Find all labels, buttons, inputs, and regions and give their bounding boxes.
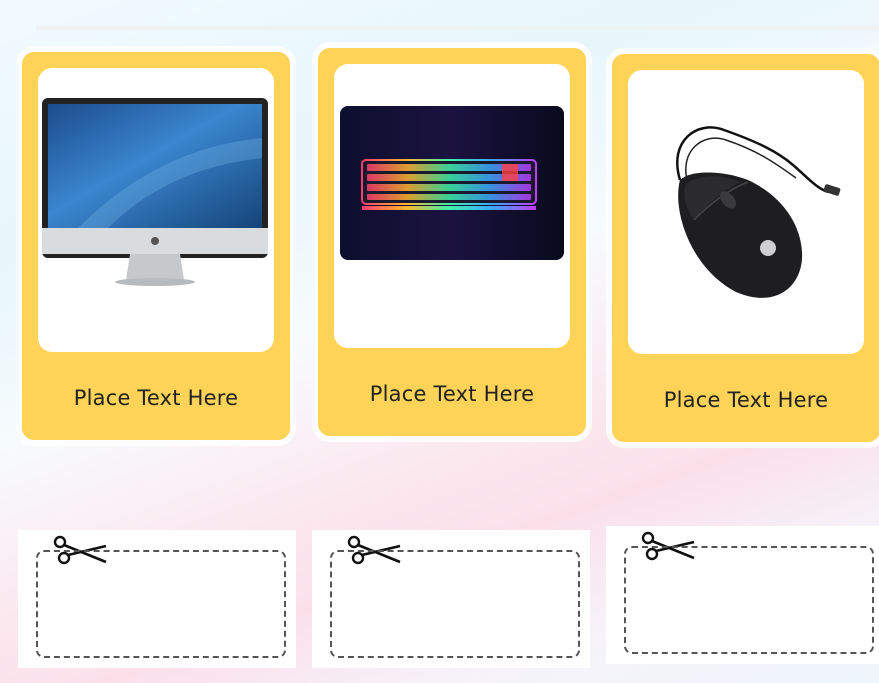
card-label[interactable]: Place Text Here xyxy=(318,382,586,406)
computer-mouse-icon xyxy=(676,126,841,298)
cut-out-box xyxy=(312,530,590,668)
rgb-keyboard-icon xyxy=(340,106,564,260)
card-keyboard: Place Text Here xyxy=(318,48,586,436)
top-divider xyxy=(36,26,879,30)
card-image xyxy=(334,64,570,348)
card-label[interactable]: Place Text Here xyxy=(612,388,879,412)
cut-out-area xyxy=(36,550,286,658)
card-mouse: Place Text Here xyxy=(612,54,879,442)
imac-computer-icon xyxy=(42,98,268,286)
cut-out-area xyxy=(330,550,580,658)
card-image xyxy=(38,68,274,352)
cut-out-area xyxy=(624,546,874,654)
cut-out-box xyxy=(18,530,296,668)
cut-out-box xyxy=(606,526,879,664)
card-image xyxy=(628,70,864,354)
card-label[interactable]: Place Text Here xyxy=(22,386,290,410)
card-computer: Place Text Here xyxy=(22,52,290,440)
